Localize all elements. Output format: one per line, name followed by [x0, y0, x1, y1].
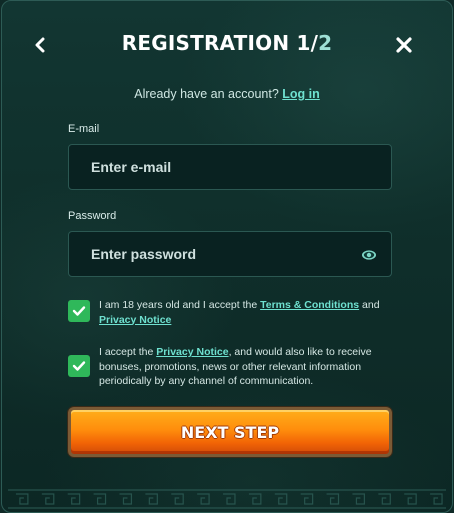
account-prompt: Already have an account? Log in	[2, 87, 452, 101]
consent-text-part: I am 18 years old and I accept the	[99, 299, 261, 311]
check-icon	[72, 306, 86, 316]
close-icon	[396, 37, 412, 53]
decorative-border-pattern	[7, 489, 447, 509]
email-field-box	[68, 144, 392, 190]
eye-icon[interactable]	[361, 248, 377, 262]
modal-header: REGISTRATION 1/2	[2, 23, 452, 67]
password-label: Password	[68, 210, 117, 222]
age-terms-checkbox[interactable]	[68, 300, 90, 322]
title-text: REGISTRATION 1/	[121, 31, 319, 55]
account-prompt-text: Already have an account?	[134, 87, 279, 101]
consent-text-part: I accept the	[99, 346, 157, 358]
next-step-label: NEXT STEP	[180, 422, 280, 442]
privacy-notice-link[interactable]: Privacy Notice	[99, 314, 171, 326]
password-field-box	[68, 231, 392, 277]
title-step-total: 2	[318, 31, 333, 55]
email-label: E-mail	[68, 123, 100, 135]
consent-age-terms: I am 18 years old and I accept the Terms…	[68, 298, 392, 328]
next-step-button[interactable]: NEXT STEP	[68, 407, 392, 457]
check-icon	[72, 361, 86, 371]
login-link[interactable]: Log in	[282, 87, 320, 101]
page-title: REGISTRATION 1/2	[2, 31, 452, 55]
registration-modal: REGISTRATION 1/2 Already have an account…	[1, 0, 453, 513]
marketing-checkbox[interactable]	[68, 355, 90, 377]
consent-marketing: I accept the Privacy Notice, and would a…	[68, 345, 392, 389]
marketing-text: I accept the Privacy Notice, and would a…	[99, 345, 392, 389]
privacy-notice-link[interactable]: Privacy Notice	[156, 346, 228, 358]
consent-text-part: and	[359, 299, 380, 311]
password-field[interactable]	[69, 232, 391, 276]
age-terms-text: I am 18 years old and I accept the Terms…	[99, 298, 392, 327]
close-button[interactable]	[390, 31, 418, 59]
email-field[interactable]	[69, 145, 391, 189]
terms-link[interactable]: Terms & Conditions	[260, 299, 359, 311]
